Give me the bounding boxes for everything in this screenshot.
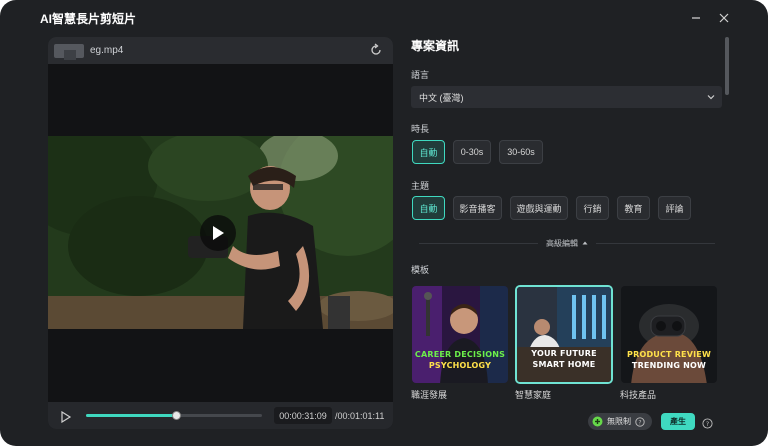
section-title: 專案資訊 <box>411 39 460 53</box>
caption-text: PRODUCT REVIEW <box>627 350 711 359</box>
settings-scrollbar[interactable] <box>725 37 729 95</box>
duration-option-30-60s[interactable]: 30-60s <box>499 140 543 164</box>
file-thumbnail <box>54 44 84 60</box>
current-time[interactable]: 00:00:31:09 <box>274 407 332 424</box>
title-bar: AI智慧長片剪短片 <box>0 0 768 36</box>
unlimited-label: 無限制 <box>607 417 631 426</box>
template-caption-smart-home: YOUR FUTURE SMART HOME <box>517 348 611 370</box>
template-label: 模板 <box>411 265 430 275</box>
template-name-career: 職涯發展 <box>411 390 448 400</box>
chevron-up-icon <box>582 241 588 245</box>
caption-line: PSYCHOLOGY <box>428 361 492 370</box>
theme-option-marketing[interactable]: 行銷 <box>576 196 609 220</box>
progress-track[interactable] <box>86 411 262 420</box>
file-name: eg.mp4 <box>90 45 124 56</box>
template-card-tech-product[interactable]: PRODUCT REVIEW TRENDING NOW <box>620 285 718 384</box>
advanced-edit-toggle[interactable]: 高級編輯 <box>411 236 723 250</box>
caption-line: TRENDING NOW <box>631 361 707 370</box>
language-value: 中文 (臺灣) <box>419 92 464 103</box>
progress-fill <box>86 414 176 417</box>
video-frame[interactable] <box>48 136 393 329</box>
generate-button[interactable]: 產生 <box>661 413 695 430</box>
language-select[interactable]: 中文 (臺灣) <box>411 86 722 108</box>
player-controls: 00:00:31:09 /00:01:01:11 <box>48 402 393 429</box>
theme-option-podcast[interactable]: 影音播客 <box>453 196 502 220</box>
duration-option-0-30s[interactable]: 0-30s <box>453 140 491 164</box>
duration-option-auto[interactable]: 自動 <box>412 140 445 164</box>
svg-text:?: ? <box>706 420 709 428</box>
chevron-down-icon <box>706 92 716 102</box>
caption-line: PRODUCT REVIEW <box>621 349 717 360</box>
template-caption-tech-product: PRODUCT REVIEW TRENDING NOW <box>621 349 717 371</box>
duration-label: 時長 <box>411 124 430 134</box>
theme-option-gaming-sports[interactable]: 遊戲與運動 <box>510 196 568 220</box>
caption-line: SMART HOME <box>532 360 596 369</box>
close-icon[interactable] <box>716 10 732 26</box>
template-card-career[interactable]: CAREER DECISIONS PSYCHOLOGY <box>411 285 509 384</box>
dialog-window: AI智慧長片剪短片 eg.mp4 00:00:31:09 /00:01:01:1… <box>0 0 768 446</box>
play-icon[interactable] <box>200 215 236 251</box>
svg-text:?: ? <box>638 419 641 426</box>
theme-option-auto[interactable]: 自動 <box>412 196 445 220</box>
preview-header: eg.mp4 <box>48 37 393 64</box>
template-name-smart-home: 智慧家庭 <box>515 390 552 400</box>
progress-knob[interactable] <box>171 411 181 420</box>
advanced-edit-label: 高級編輯 <box>546 238 578 248</box>
template-card-smart-home[interactable]: YOUR FUTURE SMART HOME <box>515 285 613 384</box>
theme-label: 主題 <box>411 181 430 191</box>
window-title: AI智慧長片剪短片 <box>40 11 137 26</box>
theme-option-review[interactable]: 評論 <box>658 196 691 220</box>
caption-line: YOUR FUTURE <box>531 349 597 358</box>
template-name-tech-product: 科技產品 <box>620 390 657 400</box>
help-circle-icon[interactable]: ? <box>702 416 713 429</box>
unlimited-credits-button[interactable]: 無限制 ? <box>588 413 652 430</box>
template-caption-career: CAREER DECISIONS PSYCHOLOGY <box>412 349 508 371</box>
minimize-icon[interactable] <box>688 10 704 26</box>
reload-icon[interactable] <box>369 43 383 57</box>
theme-option-education[interactable]: 教育 <box>617 196 650 220</box>
language-label: 語言 <box>411 70 430 80</box>
total-time: /00:01:01:11 <box>335 411 385 421</box>
caption-line: CAREER DECISIONS <box>414 350 506 359</box>
video-preview-panel: eg.mp4 00:00:31:09 /00:01:01:11 <box>48 37 393 429</box>
help-icon: ? <box>635 416 645 427</box>
settings-panel: 專案資訊 語言 中文 (臺灣) 時長 自動 0-30s 30-60s 主題 自動… <box>411 36 723 408</box>
plus-circle-icon <box>592 416 603 427</box>
play-button-icon[interactable] <box>60 410 72 424</box>
